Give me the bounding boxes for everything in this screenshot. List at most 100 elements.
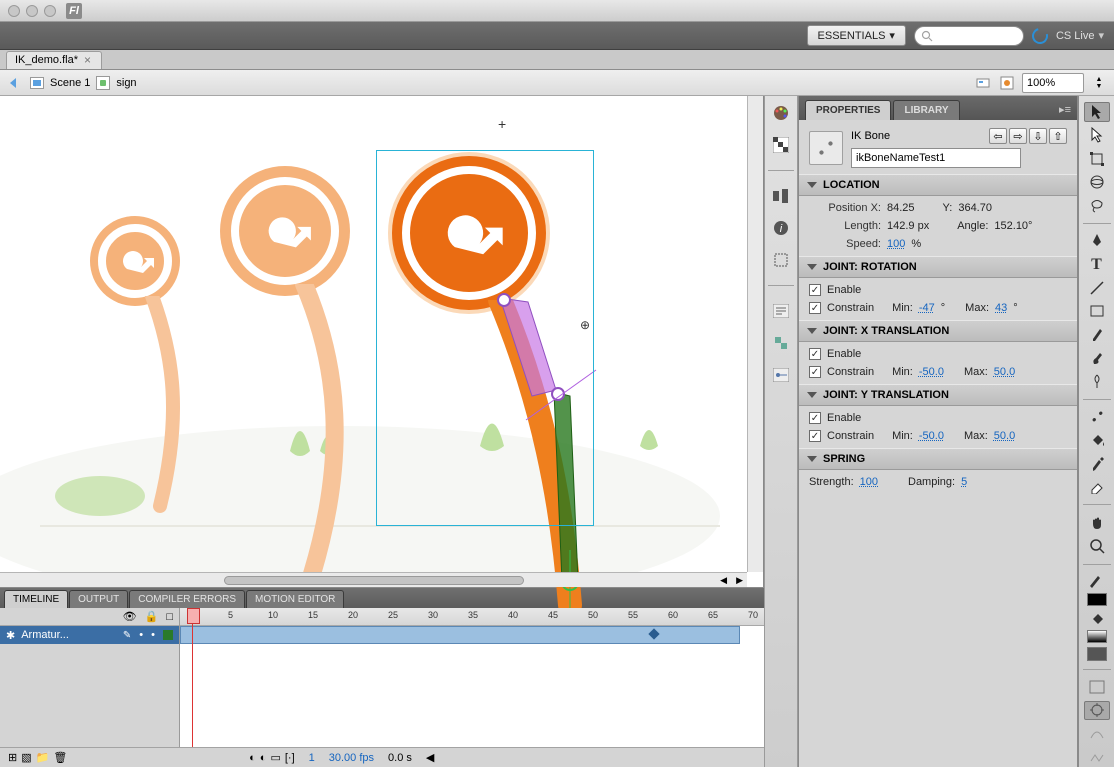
spring-damping-input[interactable]: 5 <box>961 476 967 488</box>
motion-presets-icon[interactable] <box>769 364 793 386</box>
stage-v-scrollbar[interactable] <box>747 96 763 572</box>
deco-tool[interactable] <box>1084 371 1110 390</box>
fill-color[interactable] <box>1087 630 1107 643</box>
current-frame[interactable]: 1 <box>309 752 315 764</box>
document-tab[interactable]: IK_demo.fla* × <box>6 51 102 69</box>
rotation-max-input[interactable]: 43 <box>995 302 1007 314</box>
3d-rotation-tool[interactable] <box>1084 172 1110 191</box>
zoom-stepper[interactable]: ▲▼ <box>1090 74 1108 92</box>
code-snippets-icon[interactable] <box>769 300 793 322</box>
smooth-option[interactable] <box>1084 724 1110 743</box>
section-joint-rotation[interactable]: JOINT: ROTATION <box>799 256 1077 278</box>
edit-symbol-icon[interactable] <box>998 74 1016 92</box>
workspace-switcher[interactable]: ESSENTIALS ▾ <box>807 25 906 46</box>
hand-tool[interactable] <box>1084 513 1110 532</box>
tab-library[interactable]: LIBRARY <box>893 100 959 120</box>
section-spring[interactable]: SPRING <box>799 448 1077 470</box>
outline-header-icon[interactable]: □ <box>166 611 173 623</box>
zoom-input[interactable]: 100% <box>1022 73 1084 93</box>
symbol-label[interactable]: sign <box>116 77 136 89</box>
panel-menu-icon[interactable]: ▸≡ <box>1053 99 1077 120</box>
layer-lock-dot[interactable]: • <box>151 629 155 641</box>
rotation-constrain-checkbox[interactable] <box>809 302 821 314</box>
ytrans-max-input[interactable]: 50.0 <box>994 430 1015 442</box>
fps-display[interactable]: 30.00 fps <box>329 752 374 764</box>
stage-h-scrollbar[interactable]: ◀▶ <box>0 572 747 587</box>
align-panel-icon[interactable] <box>769 185 793 207</box>
info-panel-icon[interactable]: i <box>769 217 793 239</box>
color-panel-icon[interactable] <box>769 102 793 124</box>
bone-name-input[interactable] <box>851 148 1021 168</box>
snap-to-objects[interactable] <box>1084 701 1110 721</box>
text-tool[interactable]: T <box>1084 255 1110 274</box>
ytrans-min-input[interactable]: -50.0 <box>919 430 944 442</box>
transform-panel-icon[interactable] <box>769 249 793 271</box>
xtrans-enable-checkbox[interactable] <box>809 348 821 360</box>
free-transform-tool[interactable] <box>1084 149 1110 168</box>
cs-live-button[interactable]: CS Live ▾ <box>1056 29 1104 42</box>
rotation-enable-checkbox[interactable] <box>809 284 821 296</box>
help-search-input[interactable] <box>914 26 1024 46</box>
tab-motion-editor[interactable]: MOTION EDITOR <box>246 590 344 608</box>
subselection-tool[interactable] <box>1084 126 1110 145</box>
brush-tool[interactable] <box>1084 348 1110 367</box>
back-button[interactable] <box>6 74 24 92</box>
stroke-color-swatch[interactable] <box>1084 573 1110 589</box>
zoom-tool[interactable] <box>1084 537 1110 556</box>
lock-header-icon[interactable]: 🔒 <box>145 610 159 623</box>
stage[interactable]: + ⊕ ◀▶ <box>0 96 764 587</box>
minimize-window-icon[interactable] <box>26 5 38 17</box>
sync-icon[interactable] <box>1029 25 1051 47</box>
lasso-tool[interactable] <box>1084 196 1110 215</box>
scroll-left-icon[interactable]: ◀ <box>426 751 434 764</box>
components-panel-icon[interactable] <box>769 332 793 354</box>
edit-scene-icon[interactable] <box>974 74 992 92</box>
tab-output[interactable]: OUTPUT <box>69 590 128 608</box>
rectangle-tool[interactable] <box>1084 301 1110 320</box>
bone-tool[interactable] <box>1084 407 1110 426</box>
xtrans-max-input[interactable]: 50.0 <box>994 366 1015 378</box>
layer-outline-swatch[interactable] <box>163 630 173 640</box>
section-joint-y[interactable]: JOINT: Y TRANSLATION <box>799 384 1077 406</box>
swap-colors[interactable] <box>1087 647 1107 660</box>
onion-skin-buttons[interactable]: ◐◐▭[·] <box>249 751 295 764</box>
visibility-header-icon[interactable]: 👁 <box>123 610 137 623</box>
speed-input[interactable]: 100 <box>887 238 905 250</box>
fill-color-swatch[interactable] <box>1084 610 1110 626</box>
zoom-window-icon[interactable] <box>44 5 56 17</box>
spring-strength-input[interactable]: 100 <box>860 476 878 488</box>
layer-row[interactable]: ✱ Armatur... ✎ • • <box>0 626 179 644</box>
parent-bone-button[interactable]: ⇧ <box>1049 128 1067 144</box>
selection-tool[interactable] <box>1084 102 1110 122</box>
ytrans-enable-checkbox[interactable] <box>809 412 821 424</box>
tab-compiler-errors[interactable]: COMPILER ERRORS <box>129 590 245 608</box>
xtrans-constrain-checkbox[interactable] <box>809 366 821 378</box>
ytrans-constrain-checkbox[interactable] <box>809 430 821 442</box>
close-window-icon[interactable] <box>8 5 20 17</box>
paint-bucket-tool[interactable] <box>1084 431 1110 450</box>
frame-row[interactable] <box>180 626 764 644</box>
layer-buttons[interactable]: ⊞▧📁🗑 <box>8 751 67 764</box>
section-location[interactable]: LOCATION <box>799 174 1077 196</box>
layer-visible-dot[interactable]: • <box>139 629 143 641</box>
playhead[interactable] <box>192 608 193 747</box>
rotation-min-input[interactable]: -47 <box>919 302 935 314</box>
eyedropper-tool[interactable] <box>1084 454 1110 473</box>
eraser-tool[interactable] <box>1084 477 1110 496</box>
tool-options[interactable] <box>1084 677 1110 696</box>
scene-label[interactable]: Scene 1 <box>50 77 90 89</box>
prev-sibling-button[interactable]: ⇦ <box>989 128 1007 144</box>
frame-ruler[interactable]: 1510152025303540455055606570 <box>180 608 764 626</box>
stroke-color[interactable] <box>1087 593 1107 606</box>
tab-properties[interactable]: PROPERTIES <box>805 100 891 120</box>
frames-area[interactable]: 1510152025303540455055606570 <box>180 608 764 747</box>
xtrans-min-input[interactable]: -50.0 <box>919 366 944 378</box>
close-tab-icon[interactable]: × <box>84 54 91 66</box>
next-sibling-button[interactable]: ⇨ <box>1009 128 1027 144</box>
pencil-tool[interactable] <box>1084 325 1110 344</box>
straighten-option[interactable] <box>1084 748 1110 767</box>
section-joint-x[interactable]: JOINT: X TRANSLATION <box>799 320 1077 342</box>
swatches-panel-icon[interactable] <box>769 134 793 156</box>
tab-timeline[interactable]: TIMELINE <box>4 590 68 608</box>
pen-tool[interactable] <box>1084 232 1110 251</box>
